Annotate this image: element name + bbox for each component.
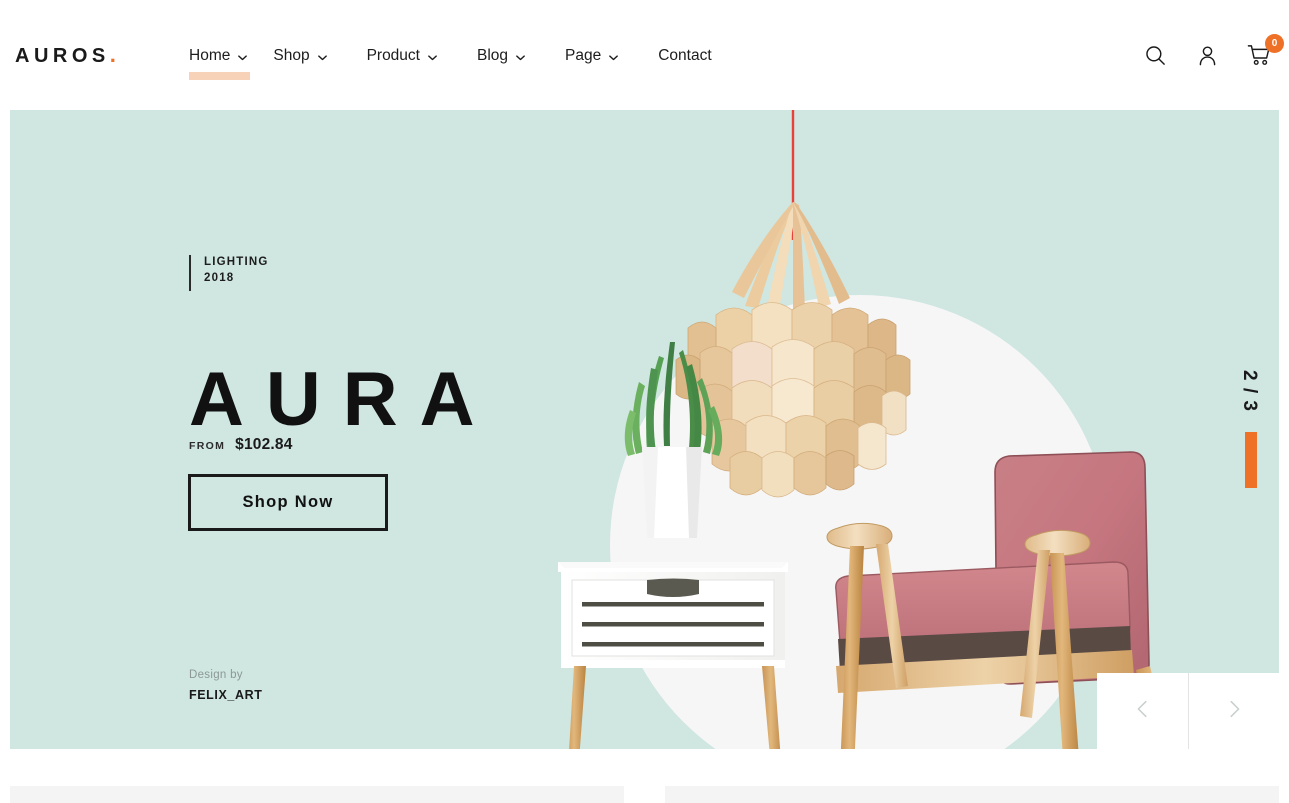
- page-root: AUROS. Home Shop Product Blog Page Conta…: [0, 0, 1289, 803]
- bottom-panel-left: [10, 786, 624, 803]
- slide-progress-bar: [1245, 432, 1257, 488]
- nav-active-highlight: [189, 72, 251, 80]
- nav-item-home[interactable]: Home: [189, 40, 251, 80]
- logo-text: AUROS: [15, 45, 110, 67]
- nav-item-product[interactable]: Product: [367, 40, 438, 72]
- eyebrow-text: LIGHTING 2018: [204, 255, 269, 291]
- eyebrow-year: 2018: [204, 271, 235, 284]
- nav-item-label: Contact: [658, 47, 712, 64]
- eyebrow-category: LIGHTING: [204, 256, 269, 268]
- hero-price: FROM $102.84: [189, 436, 293, 454]
- cart-count-badge: 0: [1265, 34, 1284, 53]
- logo-dot: .: [109, 42, 116, 67]
- nav-item-contact[interactable]: Contact: [658, 40, 711, 72]
- designer-label: Design by: [189, 669, 243, 681]
- hero-circle-decoration: [610, 295, 1110, 749]
- header-icon-group: 0: [1140, 34, 1284, 70]
- chevron-down-icon: [515, 50, 526, 61]
- site-logo[interactable]: AUROS.: [15, 42, 116, 67]
- site-header: AUROS. Home Shop Product Blog Page Conta…: [0, 0, 1289, 110]
- nav-item-shop[interactable]: Shop: [273, 40, 327, 72]
- designer-name: FELIX_ART: [189, 688, 263, 702]
- eyebrow-accent-bar: [189, 255, 191, 291]
- shopping-cart-icon[interactable]: 0: [1244, 34, 1284, 70]
- search-icon[interactable]: [1140, 40, 1170, 70]
- nav-item-blog[interactable]: Blog: [477, 40, 526, 72]
- shop-now-button[interactable]: Shop Now: [188, 474, 388, 531]
- nav-item-label: Page: [565, 47, 602, 64]
- chevron-down-icon: [317, 50, 328, 61]
- nav-item-label: Shop: [273, 47, 310, 64]
- price-prefix-label: FROM: [189, 440, 226, 452]
- main-navigation: Home Shop Product Blog Page Contact: [189, 40, 751, 80]
- slide-counter-text: 2 / 3: [1239, 370, 1260, 412]
- nav-item-label: Home: [189, 47, 231, 64]
- nav-item-label: Product: [366, 47, 420, 64]
- nav-item-label: Blog: [476, 47, 509, 64]
- slider-navigation: [1097, 673, 1279, 749]
- hero-title: AURA: [189, 357, 497, 442]
- hero-eyebrow: LIGHTING 2018: [189, 255, 269, 291]
- nav-item-page[interactable]: Page: [565, 40, 619, 72]
- hero-designer-credit: Design by FELIX_ART: [189, 669, 262, 702]
- hero-slider: LIGHTING 2018 AURA FROM $102.84 Shop Now…: [10, 110, 1279, 749]
- chevron-down-icon: [427, 50, 438, 61]
- chevron-down-icon: [608, 50, 619, 61]
- price-value: $102.84: [235, 436, 293, 453]
- bottom-panel-right: [665, 786, 1279, 803]
- chevron-right-icon: [1223, 698, 1245, 725]
- slider-next-button[interactable]: [1188, 673, 1279, 749]
- user-icon[interactable]: [1192, 40, 1222, 70]
- slider-prev-button[interactable]: [1097, 673, 1188, 749]
- chevron-left-icon: [1132, 698, 1154, 725]
- chevron-down-icon: [237, 50, 248, 61]
